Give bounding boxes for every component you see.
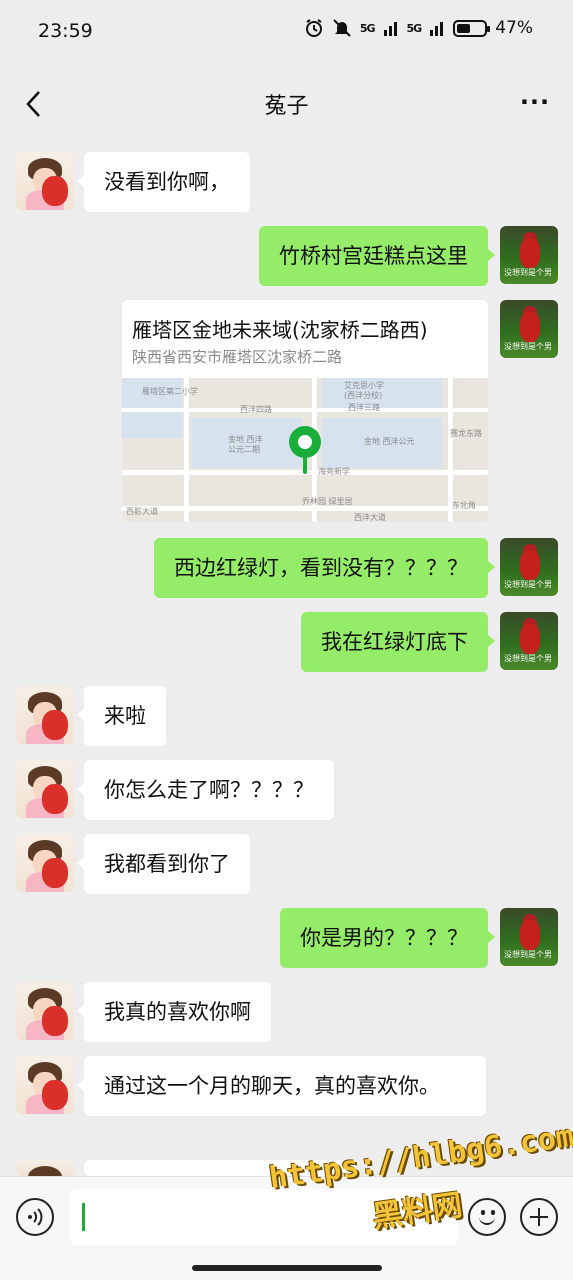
mute-icon xyxy=(333,19,351,37)
battery-icon xyxy=(453,19,491,37)
signal-1-label: 5G xyxy=(359,21,376,35)
avatar-caption: 没想到是个男 xyxy=(504,950,552,959)
my-avatar[interactable]: 没想到是个男 xyxy=(500,300,558,358)
map-label: 金地 西沣公元 xyxy=(364,437,415,446)
battery-percent: 47% xyxy=(495,18,533,38)
map-label: 东北角 xyxy=(452,501,476,510)
contact-avatar[interactable] xyxy=(16,834,74,892)
message-bubble-incoming[interactable]: 没看到你啊， xyxy=(77,152,250,212)
map-label: 西沣大道 xyxy=(354,513,386,522)
map-label: 公元二期 xyxy=(228,445,260,454)
chat-title: 菟子 xyxy=(264,94,309,119)
map-label: 海亮新学 xyxy=(318,467,350,476)
text-caret xyxy=(82,1203,85,1231)
contact-avatar[interactable] xyxy=(16,686,74,744)
more-button[interactable]: ··· xyxy=(519,88,551,116)
signal-2-label: 5G xyxy=(406,21,423,35)
map-label: 雁塔区第二小学 xyxy=(142,387,198,396)
signal-bars-icon xyxy=(430,22,444,36)
map-label: 赛龙东路 xyxy=(450,429,482,438)
status-icons: 5G 5G 47% xyxy=(304,18,533,38)
location-map[interactable]: 雁塔区第二小学 西沣四路 艾克思小学 (西沣分校) 西沣三路 金地 西沣 公元二… xyxy=(122,378,488,522)
contact-avatar[interactable] xyxy=(16,982,74,1040)
message-bubble-incoming[interactable]: 我真的喜欢你啊 xyxy=(77,982,271,1042)
my-avatar[interactable]: 没想到是个男 xyxy=(500,226,558,284)
map-label: 西沣三路 xyxy=(348,403,380,412)
more-icon: ··· xyxy=(519,88,551,116)
contact-avatar[interactable] xyxy=(16,1160,74,1176)
message-bubble-outgoing[interactable]: 竹桥村宫廷糕点这里 xyxy=(259,226,495,286)
home-indicator xyxy=(192,1265,382,1271)
avatar-caption: 没想到是个男 xyxy=(504,654,552,663)
chat-header: 菟子 ··· xyxy=(0,64,573,144)
message-bubble-outgoing[interactable]: 西边红绿灯，看到没有？？？？ xyxy=(154,538,495,598)
message-bubble-incoming[interactable]: 通过这一个月的聊天，真的喜欢你。 xyxy=(77,1056,486,1116)
avatar-caption: 没想到是个男 xyxy=(504,580,552,589)
alarm-icon xyxy=(305,19,322,37)
status-bar: 23:59 5G 5G 47% xyxy=(0,0,573,64)
emoji-button[interactable] xyxy=(468,1198,506,1236)
voice-icon xyxy=(28,1208,43,1226)
location-card[interactable]: 雁塔区金地未来域(沈家桥二路西) 陕西省西安市雁塔区沈家桥二路 雁塔区第二小学 … xyxy=(122,300,488,522)
message-bubble-incoming[interactable]: 你怎么走了啊？？？？ xyxy=(77,760,334,820)
signal-bars-icon xyxy=(383,22,397,36)
map-label: 乔林园 绿里居 xyxy=(302,497,353,506)
location-address: 陕西省西安市雁塔区沈家桥二路 xyxy=(132,348,343,366)
location-title: 雁塔区金地未来域(沈家桥二路西) xyxy=(132,318,428,342)
map-pin-icon xyxy=(289,426,321,458)
map-pin-stem xyxy=(303,456,307,474)
contact-avatar[interactable] xyxy=(16,152,74,210)
plus-button[interactable] xyxy=(520,1198,558,1236)
avatar-caption: 没想到是个男 xyxy=(504,268,552,277)
my-avatar[interactable]: 没想到是个男 xyxy=(500,612,558,670)
map-label: 西影大道 xyxy=(126,507,158,516)
my-avatar[interactable]: 没想到是个男 xyxy=(500,538,558,596)
contact-avatar[interactable] xyxy=(16,1056,74,1114)
message-bubble-outgoing[interactable]: 我在红绿灯底下 xyxy=(301,612,495,672)
message-bubble-outgoing[interactable]: 你是男的？？？？ xyxy=(280,908,495,968)
avatar-caption: 没想到是个男 xyxy=(504,342,552,351)
my-avatar[interactable]: 没想到是个男 xyxy=(500,908,558,966)
status-time: 23:59 xyxy=(38,20,93,42)
map-label: 西沣四路 xyxy=(240,405,272,414)
message-bubble-incoming[interactable]: 我都看到你了 xyxy=(77,834,250,894)
contact-avatar[interactable] xyxy=(16,760,74,818)
message-bubble-incoming[interactable]: 来啦 xyxy=(77,686,166,746)
map-label: (西沣分校) xyxy=(344,391,383,400)
voice-button[interactable] xyxy=(16,1198,54,1236)
